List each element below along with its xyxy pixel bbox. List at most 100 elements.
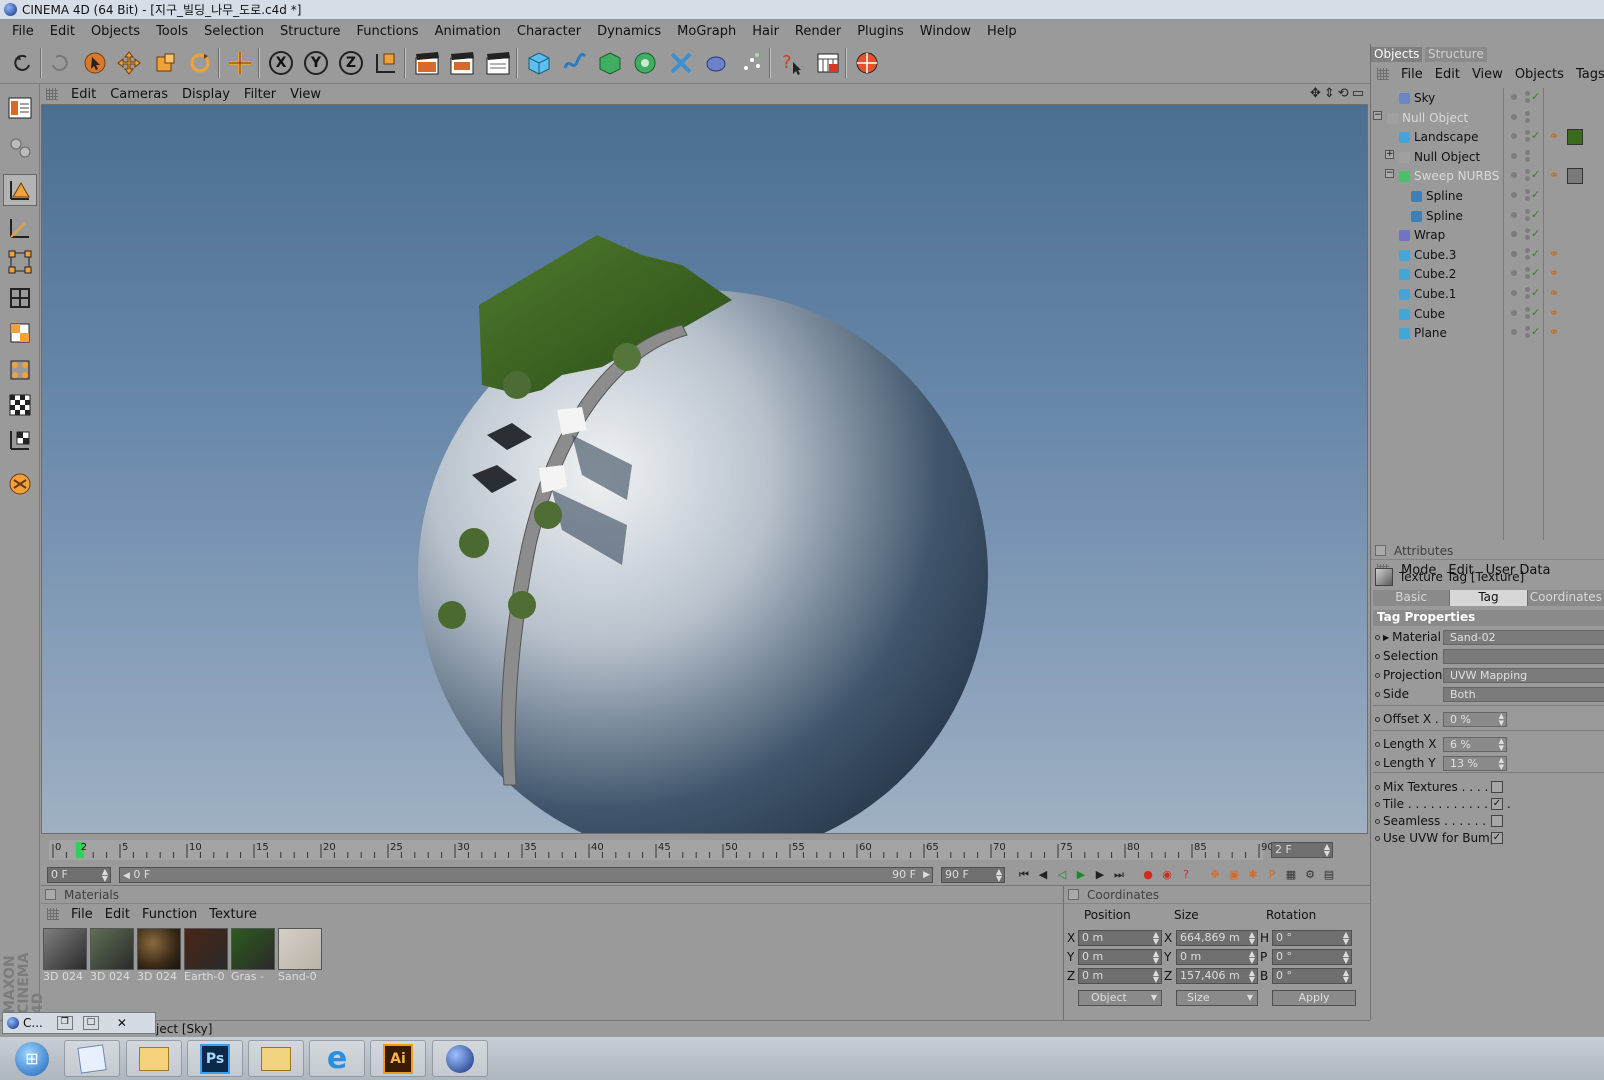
- render-visibility-dot[interactable]: [1525, 287, 1530, 292]
- position-field[interactable]: 0 m ▲ ▼: [1078, 930, 1162, 946]
- texture-tag-icon[interactable]: ⚭: [1549, 306, 1559, 320]
- editor-visibility-dot[interactable]: [1511, 309, 1517, 316]
- texture-tag-icon[interactable]: ⚭: [1549, 325, 1559, 339]
- render-visibility-dot[interactable]: [1525, 91, 1530, 96]
- tab-structure[interactable]: Structure: [1425, 47, 1487, 62]
- render-visibility-dot[interactable]: [1525, 313, 1530, 319]
- menu-tools[interactable]: Tools: [148, 24, 196, 39]
- enabled-check-icon[interactable]: ✓: [1531, 168, 1540, 181]
- animate-dot-icon[interactable]: [1375, 741, 1380, 747]
- editor-visibility-dot[interactable]: [1511, 270, 1517, 277]
- menu-help[interactable]: Help: [979, 24, 1025, 39]
- animate-dot-icon[interactable]: [1375, 716, 1380, 722]
- render-visibility-dot[interactable]: [1525, 156, 1530, 162]
- render-visibility-dot[interactable]: [1525, 326, 1530, 332]
- editor-visibility-dot[interactable]: [1511, 329, 1517, 336]
- scale-icon[interactable]: [148, 46, 182, 80]
- attribute-tab-coordinates[interactable]: Coordinates: [1527, 590, 1604, 606]
- internet-icon[interactable]: [850, 46, 884, 80]
- editor-visibility-dot[interactable]: [1511, 192, 1517, 198]
- spin-arrows-icon[interactable]: ▲ ▼: [1499, 738, 1504, 752]
- object-row[interactable]: − Sweep NURBS ✓ ⚭: [1371, 166, 1604, 186]
- material-tag-icon[interactable]: [1567, 129, 1583, 146]
- size-mode-dropdown[interactable]: Size ▼: [1176, 990, 1258, 1006]
- objects-menu-file[interactable]: File: [1395, 67, 1429, 82]
- undo-icon[interactable]: [6, 46, 40, 80]
- texture-tag-icon[interactable]: ⚭: [1549, 266, 1559, 280]
- texture-axis-icon[interactable]: [3, 424, 37, 456]
- objects-menu-objects[interactable]: Objects: [1509, 67, 1570, 82]
- render-visibility-dot[interactable]: [1525, 208, 1530, 214]
- spin-arrows-icon[interactable]: ▲ ▼: [1249, 969, 1255, 984]
- environment-icon[interactable]: [699, 46, 733, 80]
- rotation-field[interactable]: 0 ° ▲ ▼: [1272, 968, 1352, 984]
- x-axis-lock-icon[interactable]: X: [264, 46, 298, 80]
- render-visibility-dot[interactable]: [1525, 98, 1530, 103]
- texture-tag-icon[interactable]: ⚭: [1549, 168, 1559, 182]
- object-row[interactable]: Sky ✓: [1371, 88, 1604, 108]
- folder-icon[interactable]: [248, 1040, 304, 1077]
- object-row[interactable]: + Null Object: [1371, 147, 1604, 167]
- nurbs-icon[interactable]: [593, 46, 627, 80]
- cube-primitive-icon[interactable]: [522, 46, 556, 80]
- object-row[interactable]: Plane ✓ ⚭: [1371, 323, 1604, 343]
- deformer-icon[interactable]: [664, 46, 698, 80]
- objects-menu-tags[interactable]: Tags: [1570, 67, 1604, 82]
- timeline-ruler[interactable]: 0 5 10 15 20 25 30 35 40 45 50 55 60 65 70 75 80 85 90 2 2 …: [41, 836, 1370, 864]
- attribute-field-length-x[interactable]: 6 % ▲ ▼: [1443, 737, 1507, 752]
- model-mode-icon[interactable]: [3, 174, 37, 206]
- help-cursor-icon[interactable]: ?: [775, 46, 809, 80]
- redo-icon[interactable]: [42, 46, 76, 80]
- objects-menu-view[interactable]: View: [1466, 67, 1509, 82]
- slider-left-arrow-icon[interactable]: ◀: [123, 871, 130, 881]
- orbit-icon[interactable]: ⟲: [1338, 86, 1349, 101]
- maximize-icon[interactable]: □: [82, 1016, 99, 1030]
- rotation-key-icon[interactable]: ✱: [1245, 867, 1261, 883]
- editor-visibility-dot[interactable]: [1511, 152, 1517, 159]
- render-visibility-dot[interactable]: [1525, 117, 1530, 123]
- render-visibility-dot[interactable]: [1525, 176, 1530, 182]
- layout-icon[interactable]: [3, 92, 37, 124]
- editor-visibility-dot[interactable]: [1511, 113, 1517, 120]
- rotate-icon[interactable]: [183, 46, 217, 80]
- object-row[interactable]: Cube.2 ✓ ⚭: [1371, 264, 1604, 284]
- render-visibility-dot[interactable]: [1525, 189, 1530, 194]
- frame-range-slider[interactable]: ◀ 0 F 90 F ▶: [119, 867, 933, 883]
- close-icon[interactable]: ✕: [117, 1016, 127, 1030]
- menu-dynamics[interactable]: Dynamics: [589, 24, 669, 39]
- z-axis-lock-icon[interactable]: Z: [334, 46, 368, 80]
- render-visibility-dot[interactable]: [1525, 274, 1530, 280]
- menu-window[interactable]: Window: [912, 24, 979, 39]
- animate-dot-icon[interactable]: [1375, 818, 1380, 824]
- animate-dot-icon[interactable]: [1375, 801, 1380, 807]
- size-field[interactable]: 664,869 m ▲ ▼: [1176, 930, 1258, 946]
- material-swatch[interactable]: 3D 024: [90, 928, 134, 984]
- move-icon[interactable]: [112, 46, 146, 80]
- object-axis-icon[interactable]: [3, 212, 37, 244]
- editor-visibility-dot[interactable]: [1511, 133, 1517, 140]
- texture-tag-icon[interactable]: ⚭: [1549, 247, 1559, 261]
- zoom-icon[interactable]: ⇕: [1324, 86, 1335, 101]
- render-picture-viewer-icon[interactable]: [445, 46, 479, 80]
- panel-toggle[interactable]: [1068, 889, 1079, 900]
- objects-menu-edit[interactable]: Edit: [1429, 67, 1466, 82]
- panel-toggle[interactable]: [1375, 545, 1386, 556]
- render-visibility-dot[interactable]: [1525, 169, 1530, 175]
- maximize-icon[interactable]: ▭: [1352, 86, 1364, 101]
- render-visibility-dot[interactable]: [1525, 247, 1530, 253]
- scheme-icon[interactable]: ▤: [1321, 867, 1337, 883]
- menu-functions[interactable]: Functions: [349, 24, 427, 39]
- point-level-icon[interactable]: ▦: [1283, 867, 1299, 883]
- spin-arrows-icon[interactable]: ▲ ▼: [1249, 950, 1255, 965]
- spin-arrows-icon[interactable]: ▲ ▼: [1153, 950, 1159, 965]
- viewport-menu-cameras[interactable]: Cameras: [103, 87, 175, 102]
- texture-mode-icon[interactable]: [3, 389, 37, 421]
- material-swatch[interactable]: Gras -: [231, 928, 275, 984]
- menu-objects[interactable]: Objects: [83, 24, 148, 39]
- animate-dot-icon[interactable]: [1375, 653, 1380, 659]
- start-frame-field[interactable]: 0 F ▲ ▼: [47, 867, 111, 883]
- animate-dot-icon[interactable]: [1375, 691, 1380, 697]
- render-visibility-dot[interactable]: [1525, 215, 1530, 221]
- animate-dot-icon[interactable]: [1375, 634, 1380, 640]
- photoshop-icon[interactable]: Ps: [187, 1040, 243, 1077]
